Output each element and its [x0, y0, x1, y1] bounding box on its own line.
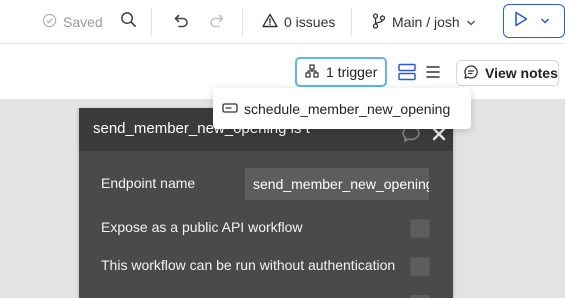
api-icon: [222, 101, 238, 117]
card-view-icon: [397, 63, 417, 85]
search-button[interactable]: [118, 0, 138, 44]
undo-icon: [172, 11, 190, 34]
comment-icon: [401, 126, 421, 147]
warning-icon: [262, 13, 278, 31]
dropdown-item-label[interactable]: schedule_member_new_opening: [244, 101, 450, 117]
branch-selector[interactable]: Main / josh: [372, 0, 476, 44]
trigger-button[interactable]: 1 trigger: [295, 57, 387, 87]
branch-icon: [372, 12, 386, 32]
branch-label: Main / josh: [392, 14, 460, 30]
no-auth-label: This workflow can be run without authent…: [101, 257, 396, 273]
card-view-toggle[interactable]: [397, 63, 417, 81]
endpoint-name-input[interactable]: send_member_new_opening: [245, 168, 429, 200]
view-notes-label: View notes: [485, 65, 558, 81]
toolbar-divider: [351, 8, 352, 36]
top-toolbar: Saved 0 issues Main / josh: [0, 0, 565, 44]
close-icon: [431, 127, 447, 146]
view-notes-button[interactable]: View notes: [456, 60, 559, 86]
expose-api-label: Expose as a public API workflow: [101, 219, 303, 235]
workflow-property-panel: send_member_new_opening is t Endpoint na…: [79, 108, 453, 298]
saved-label: Saved: [63, 14, 103, 30]
issues-label: 0 issues: [284, 14, 336, 30]
hierarchy-icon: [305, 63, 319, 81]
no-auth-checkbox[interactable]: [410, 257, 430, 276]
search-icon: [120, 11, 137, 33]
trigger-dropdown: schedule_member_new_opening: [213, 88, 471, 129]
undo-button[interactable]: [171, 0, 191, 44]
trigger-label: 1 trigger: [326, 64, 378, 80]
saved-status: Saved: [42, 0, 103, 44]
run-button[interactable]: [503, 4, 565, 38]
play-icon: [514, 11, 528, 32]
toolbar-divider: [242, 8, 243, 36]
expose-api-checkbox[interactable]: [410, 219, 430, 238]
chevron-down-icon: [466, 14, 476, 30]
issues-button[interactable]: 0 issues: [262, 0, 335, 44]
check-circle-icon: [42, 13, 57, 31]
redo-button[interactable]: [207, 0, 227, 44]
chevron-down-icon[interactable]: [540, 12, 550, 30]
toolbar-divider: [151, 8, 152, 36]
comment-icon: [463, 64, 479, 83]
endpoint-name-label: Endpoint name: [101, 175, 196, 191]
list-icon: [424, 66, 442, 85]
list-view-toggle[interactable]: [424, 63, 442, 81]
redo-icon: [208, 11, 226, 34]
